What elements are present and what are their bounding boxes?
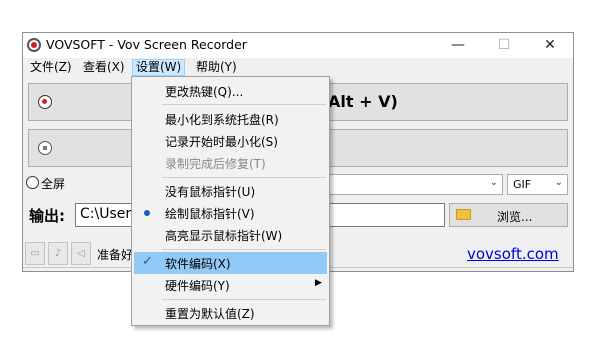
menu-separator [162,299,326,300]
menu-help[interactable]: 帮助(Y) [193,59,240,76]
output-label: 输出: [29,207,65,225]
speaker-toggle[interactable]: ◁ [71,242,91,265]
menu-item-label: 没有鼠标指针(U) [165,185,256,199]
menu-item-highlight-cursor[interactable]: 高亮显示鼠标指针(W) [134,224,327,246]
fullscreen-label: 全屏 [41,177,66,191]
menu-item-draw-cursor[interactable]: 绘制鼠标指针(V) [134,202,327,224]
folder-icon [456,209,471,220]
region-dropdown[interactable]: ⌄ [328,174,503,195]
chevron-down-icon: ⌄ [489,177,498,188]
menu-item-reset-defaults[interactable]: 重置为默认值(Z) [134,302,327,324]
menu-item-software-encoding[interactable]: ✓ 软件编码(X) [134,252,327,274]
menu-item-change-hotkey[interactable]: 更改热键(Q)... [134,80,327,102]
menu-item-minimize-on-start[interactable]: 记录开始时最小化(S) [134,130,327,152]
microphone-toggle[interactable]: ♪ [48,242,68,265]
menu-settings[interactable]: 设置(W) [132,59,186,76]
menu-item-hardware-encoding[interactable]: 硬件编码(Y) ▶ [134,274,327,296]
minimize-button[interactable]: — [435,33,481,58]
window-title: VOVSOFT - Vov Screen Recorder [46,37,247,52]
menu-separator [162,249,326,250]
maximize-button[interactable]: ☐ [481,33,527,58]
menu-separator [162,104,326,105]
stop-icon [38,141,52,155]
radio-selected-icon [144,210,150,216]
status-text: 准备好 [97,248,134,262]
record-button-label: Alt + V) [328,92,398,111]
menu-item-repair-after: 录制完成后修复(T) [134,152,327,174]
menu-separator [162,177,326,178]
settings-dropdown-menu: 更改热键(Q)... 最小化到系统托盘(R) 记录开始时最小化(S) 录制完成后… [131,76,330,326]
menu-file[interactable]: 文件(Z) [27,59,75,76]
output-path-value: C:\User [80,206,132,222]
menu-item-minimize-to-tray[interactable]: 最小化到系统托盘(R) [134,108,327,130]
microphone-icon: ♪ [54,248,62,259]
title-bar[interactable]: VOVSOFT - Vov Screen Recorder — ☐ ✕ [23,33,573,58]
menu-item-label: 软件编码(X) [165,257,231,271]
webcam-toggle[interactable]: ▭ [25,242,45,265]
menu-item-label: 硬件编码(Y) [165,279,230,293]
close-button[interactable]: ✕ [527,33,573,58]
menu-bar: 文件(Z) 查看(X) 设置(W) 帮助(Y) [23,58,573,77]
browse-button-label: 浏览... [497,210,533,224]
menu-item-no-cursor[interactable]: 没有鼠标指针(U) [134,180,327,202]
format-dropdown[interactable]: GIF ⌄ [507,174,568,195]
menu-view[interactable]: 查看(X) [80,59,128,76]
menu-item-label: 绘制鼠标指针(V) [165,207,255,221]
record-app-icon [27,38,41,52]
menu-item-label: 高亮显示鼠标指针(W) [165,229,283,243]
camera-icon: ▭ [30,248,40,259]
menu-item-label: 录制完成后修复(T) [165,157,266,171]
menu-item-label: 重置为默认值(Z) [165,307,255,321]
menu-item-label: 更改热键(Q)... [165,85,244,99]
menu-item-label: 最小化到系统托盘(R) [165,113,279,127]
vovsoft-link[interactable]: vovsoft.com [467,245,559,263]
submenu-arrow-icon: ▶ [315,278,322,288]
checkmark-icon: ✓ [142,254,153,269]
format-value: GIF [513,178,532,191]
record-icon [38,95,52,109]
speaker-icon: ◁ [77,248,85,259]
fullscreen-radio[interactable] [26,176,39,189]
menu-item-label: 记录开始时最小化(S) [165,135,278,149]
browse-button[interactable]: 浏览... [449,203,568,227]
chevron-down-icon: ⌄ [554,177,563,188]
